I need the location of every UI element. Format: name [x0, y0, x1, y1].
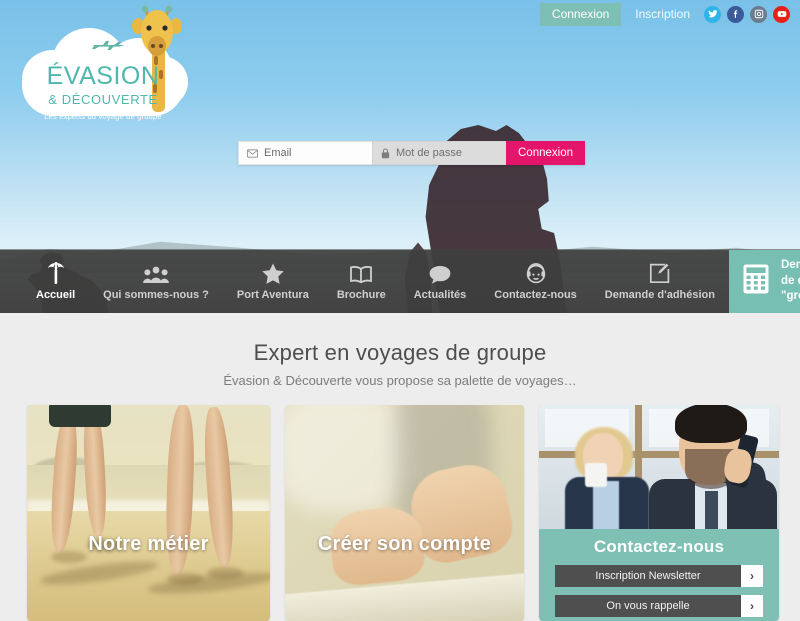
- card-grid: Notre métier Créer son compte Contactez-…: [27, 405, 779, 621]
- nav-label-accueil: Accueil: [36, 289, 76, 301]
- nav-item-demande-adhesion[interactable]: Demande d'adhésion: [591, 250, 729, 313]
- callback-request-label: On vous rappelle: [606, 600, 690, 612]
- twitter-icon[interactable]: [704, 5, 721, 23]
- palm-tree-icon: [47, 262, 65, 284]
- card-notre-metier[interactable]: Notre métier: [27, 405, 270, 621]
- card-title-creer-son-compte: Créer son compte: [317, 533, 492, 555]
- quote-request-line1: Demande de devis: [781, 259, 800, 287]
- quote-request-button[interactable]: Demande de devis "groupe": [729, 250, 800, 313]
- nav-item-brochure[interactable]: Brochure: [323, 250, 400, 313]
- page-root: Connexion Inscription ÉVASION & DÉCOUVER…: [0, 0, 800, 621]
- contact-panel: Contactez-nous Inscription Newsletter › …: [539, 529, 779, 621]
- nav-label-demande-adhesion: Demande d'adhésion: [604, 289, 715, 301]
- password-placeholder: Mot de passe: [396, 147, 463, 159]
- business-people-phone-photo: [539, 405, 779, 529]
- lock-icon: [381, 148, 390, 158]
- envelope-icon: [247, 148, 258, 158]
- logo-subtitle: & DÉCOUVERTE: [48, 92, 158, 107]
- newsletter-signup-label: Inscription Newsletter: [595, 570, 701, 582]
- email-field[interactable]: Email: [238, 141, 372, 165]
- nav-item-actualites[interactable]: Actualités: [400, 250, 481, 313]
- login-submit-button[interactable]: Connexion: [506, 141, 585, 165]
- card-title-notre-metier: Notre métier: [88, 533, 209, 555]
- chevron-right-icon-2: ›: [741, 595, 763, 617]
- card-creer-son-compte[interactable]: Créer son compte: [285, 405, 524, 621]
- chevron-right-icon: ›: [741, 565, 763, 587]
- logo-tagline: Les experts du voyage de groupe: [44, 112, 162, 121]
- nav-label-contactez-nous: Contactez-nous: [494, 289, 577, 301]
- nav-label-port-aventura: Port Aventura: [236, 289, 309, 301]
- top-login-button[interactable]: Connexion: [539, 2, 622, 26]
- hands-typing-laptop-photo: [285, 405, 524, 621]
- pencil-edit-icon: [649, 262, 670, 284]
- nav-item-port-aventura[interactable]: Port Aventura: [223, 250, 323, 313]
- speech-bubble-icon: [429, 262, 451, 284]
- social-links: [704, 5, 790, 23]
- youtube-icon[interactable]: [773, 5, 790, 23]
- star-icon: [262, 262, 284, 284]
- logo-title: ÉVASION: [46, 62, 160, 90]
- nav-item-qui-sommes-nous[interactable]: Qui sommes-nous ?: [89, 250, 223, 313]
- logo-text-block: ÉVASION & DÉCOUVERTE Les experts du voya…: [8, 6, 198, 121]
- email-placeholder: Email: [264, 147, 292, 159]
- instagram-icon[interactable]: [750, 5, 767, 23]
- card-contactez-nous[interactable]: Contactez-nous Inscription Newsletter › …: [539, 405, 779, 621]
- page-title: Expert en voyages de groupe: [253, 340, 547, 365]
- facebook-icon[interactable]: [727, 5, 744, 23]
- nav-item-accueil[interactable]: Accueil: [22, 250, 89, 313]
- callback-request-button[interactable]: On vous rappelle ›: [555, 595, 763, 617]
- nav-label-qui-sommes-nous: Qui sommes-nous ?: [103, 289, 209, 301]
- nav-item-list: Accueil Qui sommes-nous ? Port Aventura …: [0, 250, 729, 313]
- nav-item-contactez-nous[interactable]: Contactez-nous: [480, 250, 591, 313]
- beach-walking-photo: [27, 405, 270, 621]
- quote-request-line2: "groupe": [781, 290, 800, 303]
- login-form: Email Mot de passe Connexion: [238, 141, 585, 165]
- site-logo[interactable]: ÉVASION & DÉCOUVERTE Les experts du voya…: [8, 5, 198, 124]
- nav-label-brochure: Brochure: [336, 289, 386, 301]
- nav-label-actualites: Actualités: [413, 289, 467, 301]
- group-people-icon: [143, 262, 170, 284]
- quote-request-label: Demande de devis "groupe": [781, 258, 800, 305]
- page-subtitle: Évasion & Découverte vous propose sa pal…: [223, 373, 577, 388]
- main-content: Expert en voyages de groupe Évasion & Dé…: [0, 313, 800, 621]
- main-navigation: Accueil Qui sommes-nous ? Port Aventura …: [0, 250, 800, 313]
- top-register-link[interactable]: Inscription: [635, 7, 690, 21]
- calculator-icon: [743, 264, 769, 299]
- top-utility-bar: Connexion Inscription: [539, 0, 800, 28]
- open-book-icon: [349, 262, 373, 284]
- contact-panel-title: Contactez-nous: [593, 537, 725, 556]
- password-field[interactable]: Mot de passe: [372, 141, 506, 165]
- headset-support-icon: [525, 262, 547, 284]
- newsletter-signup-button[interactable]: Inscription Newsletter ›: [555, 565, 763, 587]
